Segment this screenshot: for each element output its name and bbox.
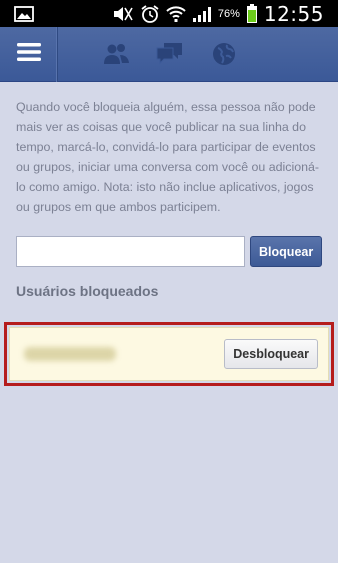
notifications-globe-icon[interactable]: [208, 38, 240, 70]
blocked-user-item: Desbloquear: [9, 327, 329, 381]
signal-icon: [192, 5, 212, 23]
top-nav: [100, 38, 240, 70]
block-settings-content: Quando você bloqueia alguém, essa pessoa…: [0, 83, 338, 299]
redacted-user-name: [24, 347, 116, 361]
messages-icon[interactable]: [154, 38, 186, 70]
status-bar: 76% 12:55: [0, 0, 338, 27]
hamburger-menu-icon: [16, 42, 41, 67]
alarm-icon: [140, 4, 160, 24]
app-top-bar: [0, 26, 338, 82]
menu-button[interactable]: [0, 26, 58, 82]
battery-percent: 76%: [217, 7, 240, 20]
block-user-input[interactable]: [16, 236, 246, 267]
mute-icon: [112, 5, 134, 23]
friend-requests-icon[interactable]: [100, 38, 132, 70]
block-button[interactable]: Bloquear: [250, 236, 322, 267]
wifi-icon: [166, 5, 186, 23]
blocked-users-title: Usuários bloqueados: [16, 283, 159, 299]
battery-icon: [246, 3, 258, 24]
unblock-button[interactable]: Desbloquear: [224, 339, 318, 369]
block-form: Bloquear: [16, 236, 322, 267]
clock: 12:55: [263, 1, 324, 26]
image-icon: [14, 5, 34, 22]
block-description: Quando você bloqueia alguém, essa pessoa…: [16, 100, 320, 214]
